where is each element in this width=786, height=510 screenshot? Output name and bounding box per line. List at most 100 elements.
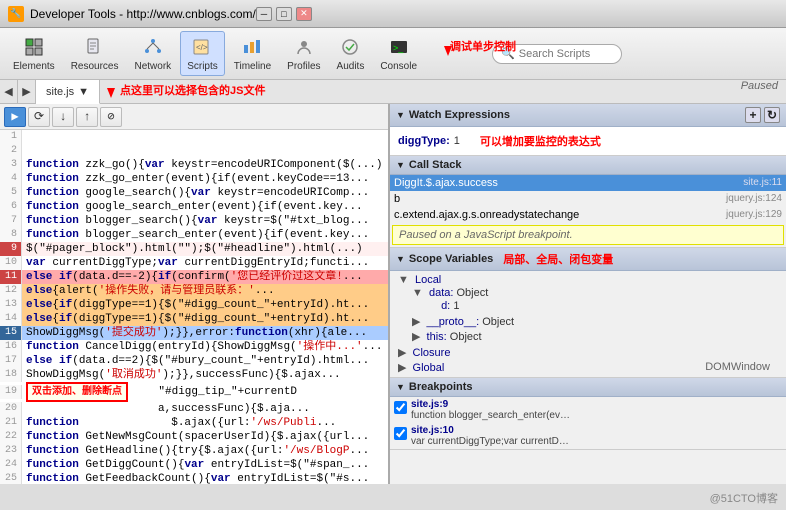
code-line: 12 else{alert('操作失败，请与管理员联系：'... <box>0 284 388 298</box>
debug-step-out-button[interactable]: ↑ <box>76 107 98 127</box>
callstack-func: b <box>394 193 400 205</box>
window-title: Developer Tools - http://www.cnblogs.com… <box>30 7 256 21</box>
callstack-item[interactable]: b jquery.js:124 <box>390 191 786 207</box>
breakpoint-checkbox[interactable] <box>394 401 407 414</box>
scope-toggle-icon: ▼ <box>396 254 405 264</box>
tab-timeline[interactable]: Timeline <box>227 31 278 76</box>
scope-this-toggle[interactable]: ▶ <box>412 331 420 343</box>
watch-add-button[interactable]: + <box>745 107 761 123</box>
scope-local-children: ▼ data: Object d: 1 <box>398 286 778 344</box>
tab-network[interactable]: Network <box>128 31 179 76</box>
code-line: 20 a,successFunc){$.aja... <box>0 402 388 416</box>
breakpoints-header[interactable]: ▼ Breakpoints <box>390 378 786 397</box>
paused-label: Paused <box>741 80 786 103</box>
scope-data: ▼ data: Object d: 1 <box>412 286 778 314</box>
tab-sitejs[interactable]: site.js ▼ <box>36 80 100 104</box>
tab-dropdown-icon[interactable]: ▼ <box>78 86 89 98</box>
callstack-file: jquery.js:124 <box>726 193 782 204</box>
maximize-button[interactable]: □ <box>276 7 292 21</box>
watch-refresh-button[interactable]: ↻ <box>764 107 780 123</box>
breakpoint-item: site.js:9 function blogger_search_enter(… <box>390 397 786 423</box>
call-stack-section: ▼ Call Stack DiggIt.$.ajax.success site.… <box>390 156 786 248</box>
code-line: 7 function blogger_search(){var keystr=$… <box>0 214 388 228</box>
tab-scripts[interactable]: </> Scripts <box>180 31 225 76</box>
code-panel: ▶ ⟳ ↓ ↑ ⊘ 1 2 3 function zzk_go(){var ke… <box>0 104 390 484</box>
audits-icon <box>338 35 362 59</box>
close-button[interactable]: ✕ <box>296 7 312 21</box>
watch-expressions-title: Watch Expressions <box>409 109 510 121</box>
callstack-item-active[interactable]: DiggIt.$.ajax.success site.js:11 <box>390 175 786 191</box>
debug-toolbar: ▶ ⟳ ↓ ↑ ⊘ <box>0 104 388 130</box>
scope-proto-toggle[interactable]: ▶ <box>412 316 420 328</box>
code-line: 10 var currentDiggType;var currentDiggEn… <box>0 256 388 270</box>
scripts-label: Scripts <box>187 61 218 72</box>
callstack-func: c.extend.ajax.g.s.onreadystatechange <box>394 209 579 221</box>
call-stack-header[interactable]: ▼ Call Stack <box>390 156 786 175</box>
scope-data-children: d: 1 <box>412 299 778 313</box>
tab-next-button[interactable]: ▶ <box>18 80 36 103</box>
scope-local: ▼ Local ▼ data: Object d: 1 <box>398 273 778 345</box>
watch-item: diggType: 1 可以增加要监控的表达式 <box>398 131 778 151</box>
callstack-item[interactable]: c.extend.ajax.g.s.onreadystatechange jqu… <box>390 207 786 223</box>
code-line: 19 双击添加、删除断点 "#digg_tip_"+currentD <box>0 382 388 402</box>
code-line: 16 function CancelDigg(entryId){ShowDigg… <box>0 340 388 354</box>
paused-message: Paused on a JavaScript breakpoint. <box>392 225 784 245</box>
scope-variables-section: ▼ Scope Variables 局部、全局、闭包变量 ▼ Local ▼ d… <box>390 248 786 378</box>
svg-text:>_: >_ <box>393 43 404 53</box>
annotation-add-expression: 可以增加要监控的表达式 <box>480 133 601 149</box>
debug-deactivate-button[interactable]: ⊘ <box>100 107 122 127</box>
scope-variables-header[interactable]: ▼ Scope Variables 局部、全局、闭包变量 <box>390 248 786 271</box>
code-line: 18 ShowDiggMsg('取消成功');}},successFunc){$… <box>0 368 388 382</box>
breakpoint-checkbox[interactable] <box>394 427 407 440</box>
annotation-debug-control: 调试单步控制 <box>450 38 516 54</box>
scope-data-toggle[interactable]: ▼ <box>412 287 423 299</box>
scope-closure: ▶ Closure <box>398 345 778 360</box>
code-line: 3 function zzk_go(){var keystr=encodeURI… <box>0 158 388 172</box>
call-stack-body: DiggIt.$.ajax.success site.js:11 b jquer… <box>390 175 786 245</box>
tab-audits[interactable]: Audits <box>330 31 372 76</box>
code-line: 8 function blogger_search_enter(event){i… <box>0 228 388 242</box>
callstack-func: DiggIt.$.ajax.success <box>394 177 498 189</box>
console-label: Console <box>380 61 417 72</box>
watch-expressions-section: ▼ Watch Expressions + ↻ diggType: 1 可以增加… <box>390 104 786 156</box>
tab-sitejs-label: site.js <box>46 86 74 98</box>
console-icon: >_ <box>387 35 411 59</box>
code-line: 23 function GetHeadline(){try{$.ajax({ur… <box>0 444 388 458</box>
breakpoint-item: site.js:10 var currentDiggType;var curre… <box>390 423 786 449</box>
debug-step-over-button[interactable]: ⟳ <box>28 107 50 127</box>
callstack-toggle-icon: ▼ <box>396 160 405 170</box>
tab-console[interactable]: >_ Console <box>373 31 424 76</box>
code-line: 22 function GetNewMsgCount(spacerUserId)… <box>0 430 388 444</box>
debug-step-into-button[interactable]: ↓ <box>52 107 74 127</box>
callstack-file: site.js:11 <box>743 177 782 188</box>
scope-global: ▶ Global DOMWindow <box>398 360 778 375</box>
tab-elements[interactable]: Elements <box>6 31 62 76</box>
window-controls: ─ □ ✕ <box>256 7 312 21</box>
profiles-label: Profiles <box>287 61 320 72</box>
scope-variables-title: Scope Variables <box>409 253 493 265</box>
code-line: 13 else{if(diggType==1){$("#digg_count_"… <box>0 298 388 312</box>
scope-closure-toggle[interactable]: ▶ <box>398 347 406 359</box>
watch-expressions-body: diggType: 1 可以增加要监控的表达式 <box>390 127 786 155</box>
code-line: 1 <box>0 130 388 144</box>
minimize-button[interactable]: ─ <box>256 7 272 21</box>
timeline-icon <box>240 35 264 59</box>
right-panel: ▼ Watch Expressions + ↻ diggType: 1 可以增加… <box>390 104 786 484</box>
audits-label: Audits <box>337 61 365 72</box>
main-toolbar: Elements Resources Network </> Scripts T… <box>0 28 786 80</box>
code-lines-container: 1 2 3 function zzk_go(){var keystr=encod… <box>0 130 388 484</box>
debug-play-button[interactable]: ▶ <box>4 107 26 127</box>
tab-profiles[interactable]: Profiles <box>280 31 327 76</box>
watch-expressions-header[interactable]: ▼ Watch Expressions + ↻ <box>390 104 786 127</box>
resources-label: Resources <box>71 61 119 72</box>
scope-global-toggle[interactable]: ▶ <box>398 362 406 374</box>
scope-d: d: 1 <box>426 299 778 313</box>
tab-resources[interactable]: Resources <box>64 31 126 76</box>
scope-local-toggle[interactable]: ▼ <box>398 274 409 286</box>
search-scripts-input[interactable] <box>519 48 609 60</box>
elements-label: Elements <box>13 61 55 72</box>
tab-bar: ◀ ▶ site.js ▼ 点这里可以选择包含的JS文件 Paused <box>0 80 786 104</box>
tab-prev-button[interactable]: ◀ <box>0 80 18 103</box>
code-line: 6 function google_search_enter(event){if… <box>0 200 388 214</box>
breakpoints-section: ▼ Breakpoints site.js:9 function blogger… <box>390 378 786 450</box>
